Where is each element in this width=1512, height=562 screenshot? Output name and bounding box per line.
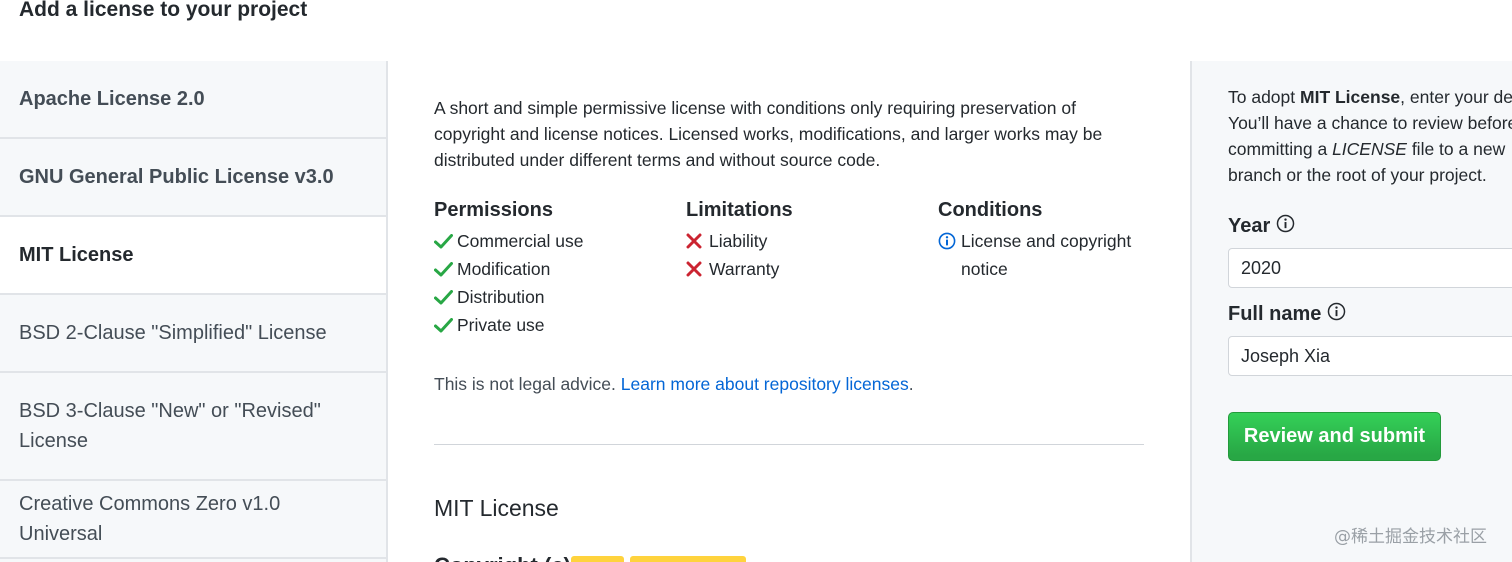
watermark: @稀土掘金技术社区	[1334, 527, 1487, 547]
sidebar-item-bsd3[interactable]: BSD 3-Clause "New" or "Revised" License	[0, 373, 386, 481]
sidebar-item-label: MIT License	[19, 244, 134, 266]
x-icon	[686, 255, 709, 283]
sidebar-item-cc0[interactable]: Creative Commons Zero v1.0 Universal	[0, 481, 386, 559]
permissions-heading: Permissions	[434, 199, 553, 221]
sidebar-item-label: GNU General Public License v3.0	[19, 166, 334, 188]
license-sidebar: Apache License 2.0 GNU General Public Li…	[0, 61, 388, 562]
permissions-column: Permissions Commercial use Modification …	[434, 197, 674, 339]
check-icon	[434, 311, 457, 339]
fullname-placeholder-highlight	[630, 556, 746, 562]
year-placeholder-highlight	[571, 556, 624, 562]
conditions-column: Conditions License and copyright notice	[938, 197, 1148, 283]
info-icon	[938, 227, 961, 255]
sidebar-item-mit[interactable]: MIT License	[0, 217, 386, 295]
permission-item: Modification	[434, 255, 674, 283]
limitations-column: Limitations Liability Warranty	[686, 197, 926, 283]
x-icon	[686, 227, 709, 255]
info-icon[interactable]	[1276, 214, 1295, 239]
year-label: Year	[1228, 214, 1295, 239]
permission-item: Distribution	[434, 283, 674, 311]
sidebar-item-gpl[interactable]: GNU General Public License v3.0	[0, 139, 386, 217]
permission-item: Commercial use	[434, 227, 674, 255]
adopt-panel: To adopt MIT License, enter your de You’…	[1190, 61, 1512, 562]
check-icon	[434, 227, 457, 255]
adopt-instructions: To adopt MIT License, enter your de You’…	[1228, 87, 1512, 185]
check-icon	[434, 255, 457, 283]
review-and-submit-button[interactable]: Review and submit	[1228, 412, 1441, 461]
legal-text: This is not legal advice.	[434, 374, 616, 394]
sidebar-item-label: BSD 3-Clause "New" or "Revised" License	[19, 400, 321, 452]
legal-notice: This is not legal advice. Learn more abo…	[434, 374, 914, 394]
limitation-item: Liability	[686, 227, 926, 255]
license-details: A short and simple permissive license wi…	[388, 61, 1190, 562]
fullname-label: Full name	[1228, 302, 1346, 327]
sidebar-item-apache[interactable]: Apache License 2.0	[0, 61, 386, 139]
learn-more-link[interactable]: Learn more about repository licenses	[621, 374, 909, 394]
fullname-input[interactable]	[1228, 336, 1512, 376]
divider	[434, 444, 1144, 445]
conditions-heading: Conditions	[938, 199, 1043, 221]
limitation-item: Warranty	[686, 255, 926, 283]
sidebar-item-label: Creative Commons Zero v1.0 Universal	[19, 493, 281, 545]
year-input[interactable]	[1228, 248, 1512, 288]
sidebar-item-label: Apache License 2.0	[19, 88, 205, 110]
condition-item: License and copyright notice	[938, 227, 1148, 283]
sidebar-item-label: BSD 2-Clause "Simplified" License	[19, 322, 327, 344]
limitations-heading: Limitations	[686, 199, 793, 221]
info-icon[interactable]	[1327, 302, 1346, 327]
license-copyright-line: Copyright (c)	[434, 553, 571, 562]
sidebar-item-bsd2[interactable]: BSD 2-Clause "Simplified" License	[0, 295, 386, 373]
check-icon	[434, 283, 457, 311]
license-text-title: MIT License	[434, 495, 559, 521]
license-description: A short and simple permissive license wi…	[434, 98, 1103, 170]
page-title: Add a license to your project	[19, 0, 308, 21]
permission-item: Private use	[434, 311, 674, 339]
